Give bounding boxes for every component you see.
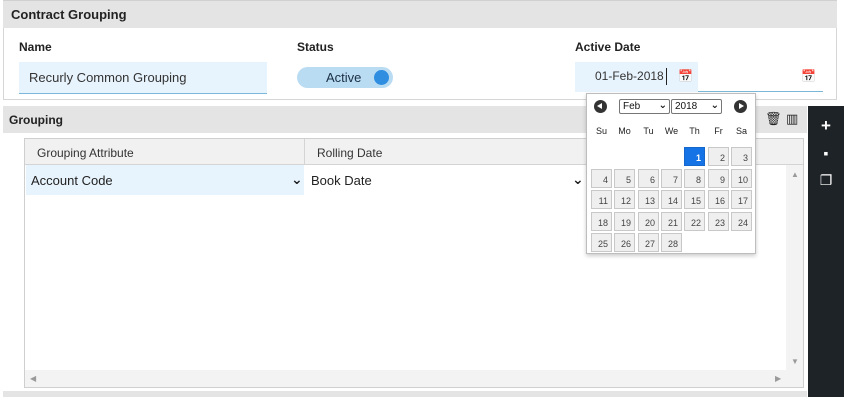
calendar-day[interactable]: 23 — [708, 211, 729, 231]
month-select[interactable]: Feb ⌄ — [619, 99, 670, 114]
contract-grouping-header: Contract Grouping — [3, 0, 837, 28]
weekday-label: Su — [595, 126, 607, 136]
copy-icon[interactable]: ❐ — [808, 172, 844, 189]
vertical-scrollbar[interactable]: ▲ ▼ — [786, 165, 803, 371]
bottom-divider — [3, 391, 807, 397]
year-value: 2018 — [675, 101, 698, 112]
calendar-day[interactable]: 18 — [591, 211, 612, 231]
status-toggle-knob[interactable] — [374, 70, 389, 85]
trash-icon[interactable]: 🗑 — [765, 111, 782, 127]
date-picker: Feb ⌄ 2018 ⌄ Su Mo Tu We Th Fr Sa 1 2 3 4 5 6 7 8 9 10 1… — [586, 93, 756, 254]
name-input[interactable]: Recurly Common Grouping — [19, 62, 267, 94]
month-value: Feb — [623, 101, 641, 112]
scroll-left-arrow[interactable]: ◀ — [30, 374, 36, 383]
rolling-date-value: Book Date — [311, 173, 372, 188]
calendar-day[interactable]: 8 — [684, 168, 705, 188]
calendar-day[interactable]: 19 — [614, 211, 635, 231]
rolling-date-select[interactable]: Book Date ⌄ — [306, 165, 586, 195]
calendar-day[interactable]: 28 — [661, 233, 682, 252]
calendar-day[interactable]: 11 — [591, 190, 612, 209]
calendar-day[interactable]: 20 — [638, 211, 659, 231]
weekday-label: Fr — [714, 126, 723, 136]
calendar-day[interactable]: 9 — [708, 168, 729, 188]
weekday-label: Sa — [735, 126, 747, 136]
column-header-label: Grouping Attribute — [37, 146, 134, 160]
calendar-day[interactable]: 22 — [684, 211, 705, 231]
calendar-day[interactable]: 16 — [708, 190, 729, 209]
contract-grouping-title: Contract Grouping — [11, 7, 127, 22]
weekday-label: Tu — [643, 126, 654, 136]
active-date-field[interactable]: 01-Feb-2018 📅 📅 — [575, 62, 823, 92]
name-label: Name — [19, 40, 52, 54]
column-header-grouping-attribute[interactable]: Grouping Attribute — [25, 139, 305, 165]
active-date-input[interactable]: 01-Feb-2018 📅 — [575, 62, 698, 92]
calendar-icon[interactable]: 📅 — [801, 69, 816, 83]
save-icon[interactable]: ▪ — [808, 145, 844, 161]
calendar-day[interactable]: 15 — [684, 190, 705, 209]
scroll-down-arrow[interactable]: ▼ — [791, 357, 799, 366]
calendar-day[interactable]: 4 — [591, 168, 612, 188]
weekday-label: Mo — [618, 126, 631, 136]
chevron-down-icon: ⌄ — [710, 100, 719, 111]
horizontal-scrollbar[interactable]: ◀ ▶ — [25, 370, 803, 387]
scroll-right-arrow[interactable]: ▶ — [775, 374, 781, 383]
text-cursor — [666, 68, 667, 85]
calendar-day-selected[interactable]: 1 — [684, 147, 705, 166]
column-header-label: Rolling Date — [317, 146, 383, 160]
chevron-down-icon[interactable]: ⌄ — [291, 171, 303, 188]
columns-icon[interactable]: ▥ — [786, 111, 798, 127]
calendar-day[interactable]: 26 — [614, 233, 635, 252]
calendar-day[interactable]: 7 — [661, 168, 682, 188]
grouping-title: Grouping — [9, 113, 63, 127]
year-select[interactable]: 2018 ⌄ — [671, 99, 722, 114]
chevron-down-icon[interactable]: ⌄ — [572, 171, 584, 188]
calendar-icon[interactable]: 📅 — [678, 69, 693, 83]
status-toggle-label: Active — [326, 70, 362, 85]
chevron-down-icon: ⌄ — [658, 100, 667, 111]
calendar-day[interactable]: 25 — [591, 233, 612, 252]
calendar-day[interactable]: 14 — [661, 190, 682, 209]
status-label: Status — [297, 40, 334, 54]
grouping-attribute-value: Account Code — [31, 173, 113, 188]
calendar-day[interactable]: 13 — [638, 190, 659, 209]
calendar-day[interactable]: 5 — [614, 168, 635, 188]
status-toggle[interactable]: Active — [297, 67, 393, 88]
column-header-spacer — [786, 139, 803, 165]
calendar-day[interactable]: 21 — [661, 211, 682, 231]
weekday-label: Th — [689, 126, 700, 136]
weekday-label: We — [664, 126, 679, 136]
grouping-attribute-select[interactable]: Account Code ⌄ — [26, 165, 304, 195]
calendar-day[interactable]: 27 — [638, 233, 659, 252]
plus-icon[interactable]: + — [808, 116, 844, 136]
calendar-day[interactable]: 12 — [614, 190, 635, 209]
side-toolbar: + ▪ ❐ — [808, 106, 844, 397]
next-month-icon[interactable] — [734, 100, 747, 113]
active-date-value: 01-Feb-2018 — [595, 69, 664, 83]
calendar-day[interactable]: 17 — [731, 190, 752, 209]
calendar-day[interactable]: 10 — [731, 168, 752, 188]
previous-month-icon[interactable] — [594, 100, 607, 113]
calendar-day[interactable]: 24 — [731, 211, 752, 231]
scroll-up-arrow[interactable]: ▲ — [791, 170, 799, 179]
calendar-day[interactable]: 3 — [731, 147, 752, 166]
calendar-day[interactable]: 6 — [638, 168, 659, 188]
active-date-label: Active Date — [575, 40, 641, 54]
calendar-day[interactable]: 2 — [708, 147, 729, 166]
